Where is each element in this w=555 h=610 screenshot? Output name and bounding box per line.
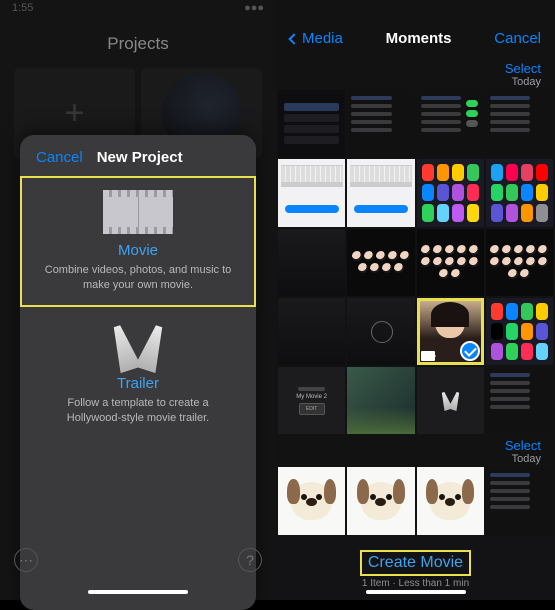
- trailer-option-title: Trailer: [38, 375, 238, 392]
- media-thumbnail[interactable]: [486, 298, 553, 365]
- media-thumbnail[interactable]: [347, 467, 414, 534]
- status-time: 1:55: [12, 2, 33, 18]
- media-thumbnail[interactable]: My Movie 2 EDIT: [278, 367, 345, 434]
- status-icons: ●●●: [244, 2, 264, 18]
- movie-option[interactable]: Movie Combine videos, photos, and music …: [20, 176, 256, 307]
- edit-badge: EDIT: [299, 403, 325, 415]
- right-screen: Media Moments Cancel Select Today: [276, 0, 555, 600]
- more-button[interactable]: ⋯: [14, 548, 38, 572]
- media-thumbnail[interactable]: [347, 229, 414, 296]
- media-thumbnail[interactable]: [278, 159, 345, 226]
- media-thumbnail[interactable]: [417, 159, 484, 226]
- status-bar: 1:55 ●●●: [0, 0, 276, 20]
- movie-name: My Movie 2: [296, 394, 327, 400]
- media-thumbnail[interactable]: [347, 298, 414, 365]
- media-grid: [276, 467, 555, 534]
- section-date: Today: [290, 453, 541, 465]
- movie-option-title: Movie: [38, 242, 238, 259]
- back-label: Media: [302, 30, 343, 47]
- media-thumbnail[interactable]: [417, 229, 484, 296]
- media-thumbnail[interactable]: [486, 367, 553, 434]
- new-project-sheet: Cancel New Project Movie Combine videos,…: [20, 135, 256, 610]
- footer-subtitle: 1 Item · Less than 1 min: [362, 578, 469, 589]
- media-thumbnail[interactable]: [347, 159, 414, 226]
- video-icon: [421, 351, 435, 361]
- home-indicator[interactable]: [88, 590, 188, 594]
- media-thumbnail[interactable]: [486, 90, 553, 157]
- select-button[interactable]: Select: [290, 61, 541, 76]
- media-grid: My Movie 2 EDIT: [276, 90, 555, 434]
- section-header: Select Today: [276, 57, 555, 90]
- media-thumbnail[interactable]: [278, 90, 345, 157]
- section-header: Select Today: [276, 434, 555, 467]
- projects-header: Projects: [0, 20, 276, 68]
- section-date: Today: [290, 76, 541, 88]
- left-screen: 1:55 ●●● Projects + Cancel New Project M…: [0, 0, 276, 600]
- film-icon: [103, 190, 173, 234]
- chevron-left-icon: [288, 33, 299, 44]
- media-thumbnail[interactable]: [486, 467, 553, 534]
- sheet-title: New Project: [97, 149, 183, 166]
- movie-option-desc: Combine videos, photos, and music to mak…: [38, 263, 238, 293]
- select-button[interactable]: Select: [290, 438, 541, 453]
- create-movie-button[interactable]: Create Movie: [360, 550, 471, 576]
- media-thumbnail[interactable]: [278, 467, 345, 534]
- home-indicator[interactable]: [366, 590, 466, 594]
- media-thumbnail[interactable]: [486, 229, 553, 296]
- media-thumbnail[interactable]: [278, 298, 345, 365]
- media-thumbnail[interactable]: [417, 90, 484, 157]
- media-thumbnail[interactable]: [486, 159, 553, 226]
- nav-title: Moments: [386, 30, 452, 47]
- trailer-option-desc: Follow a template to create a Hollywood-…: [38, 396, 238, 426]
- media-thumbnail[interactable]: [417, 467, 484, 534]
- cancel-button[interactable]: Cancel: [494, 30, 541, 47]
- help-button[interactable]: ?: [238, 548, 262, 572]
- cancel-button[interactable]: Cancel: [36, 149, 83, 166]
- checkmark-icon: [460, 341, 480, 361]
- media-thumbnail[interactable]: [347, 367, 414, 434]
- status-bar: [276, 0, 555, 20]
- nav-bar: Media Moments Cancel: [276, 20, 555, 57]
- media-thumbnail[interactable]: [347, 90, 414, 157]
- media-thumbnail-selected[interactable]: [417, 298, 484, 365]
- spotlight-icon: [113, 325, 163, 371]
- back-button[interactable]: Media: [290, 30, 343, 47]
- trailer-option[interactable]: Trailer Follow a template to create a Ho…: [20, 307, 256, 440]
- footer-bar: Create Movie 1 Item · Less than 1 min: [276, 538, 555, 600]
- plus-icon: +: [65, 94, 85, 133]
- media-thumbnail[interactable]: [417, 367, 484, 434]
- media-thumbnail[interactable]: [278, 229, 345, 296]
